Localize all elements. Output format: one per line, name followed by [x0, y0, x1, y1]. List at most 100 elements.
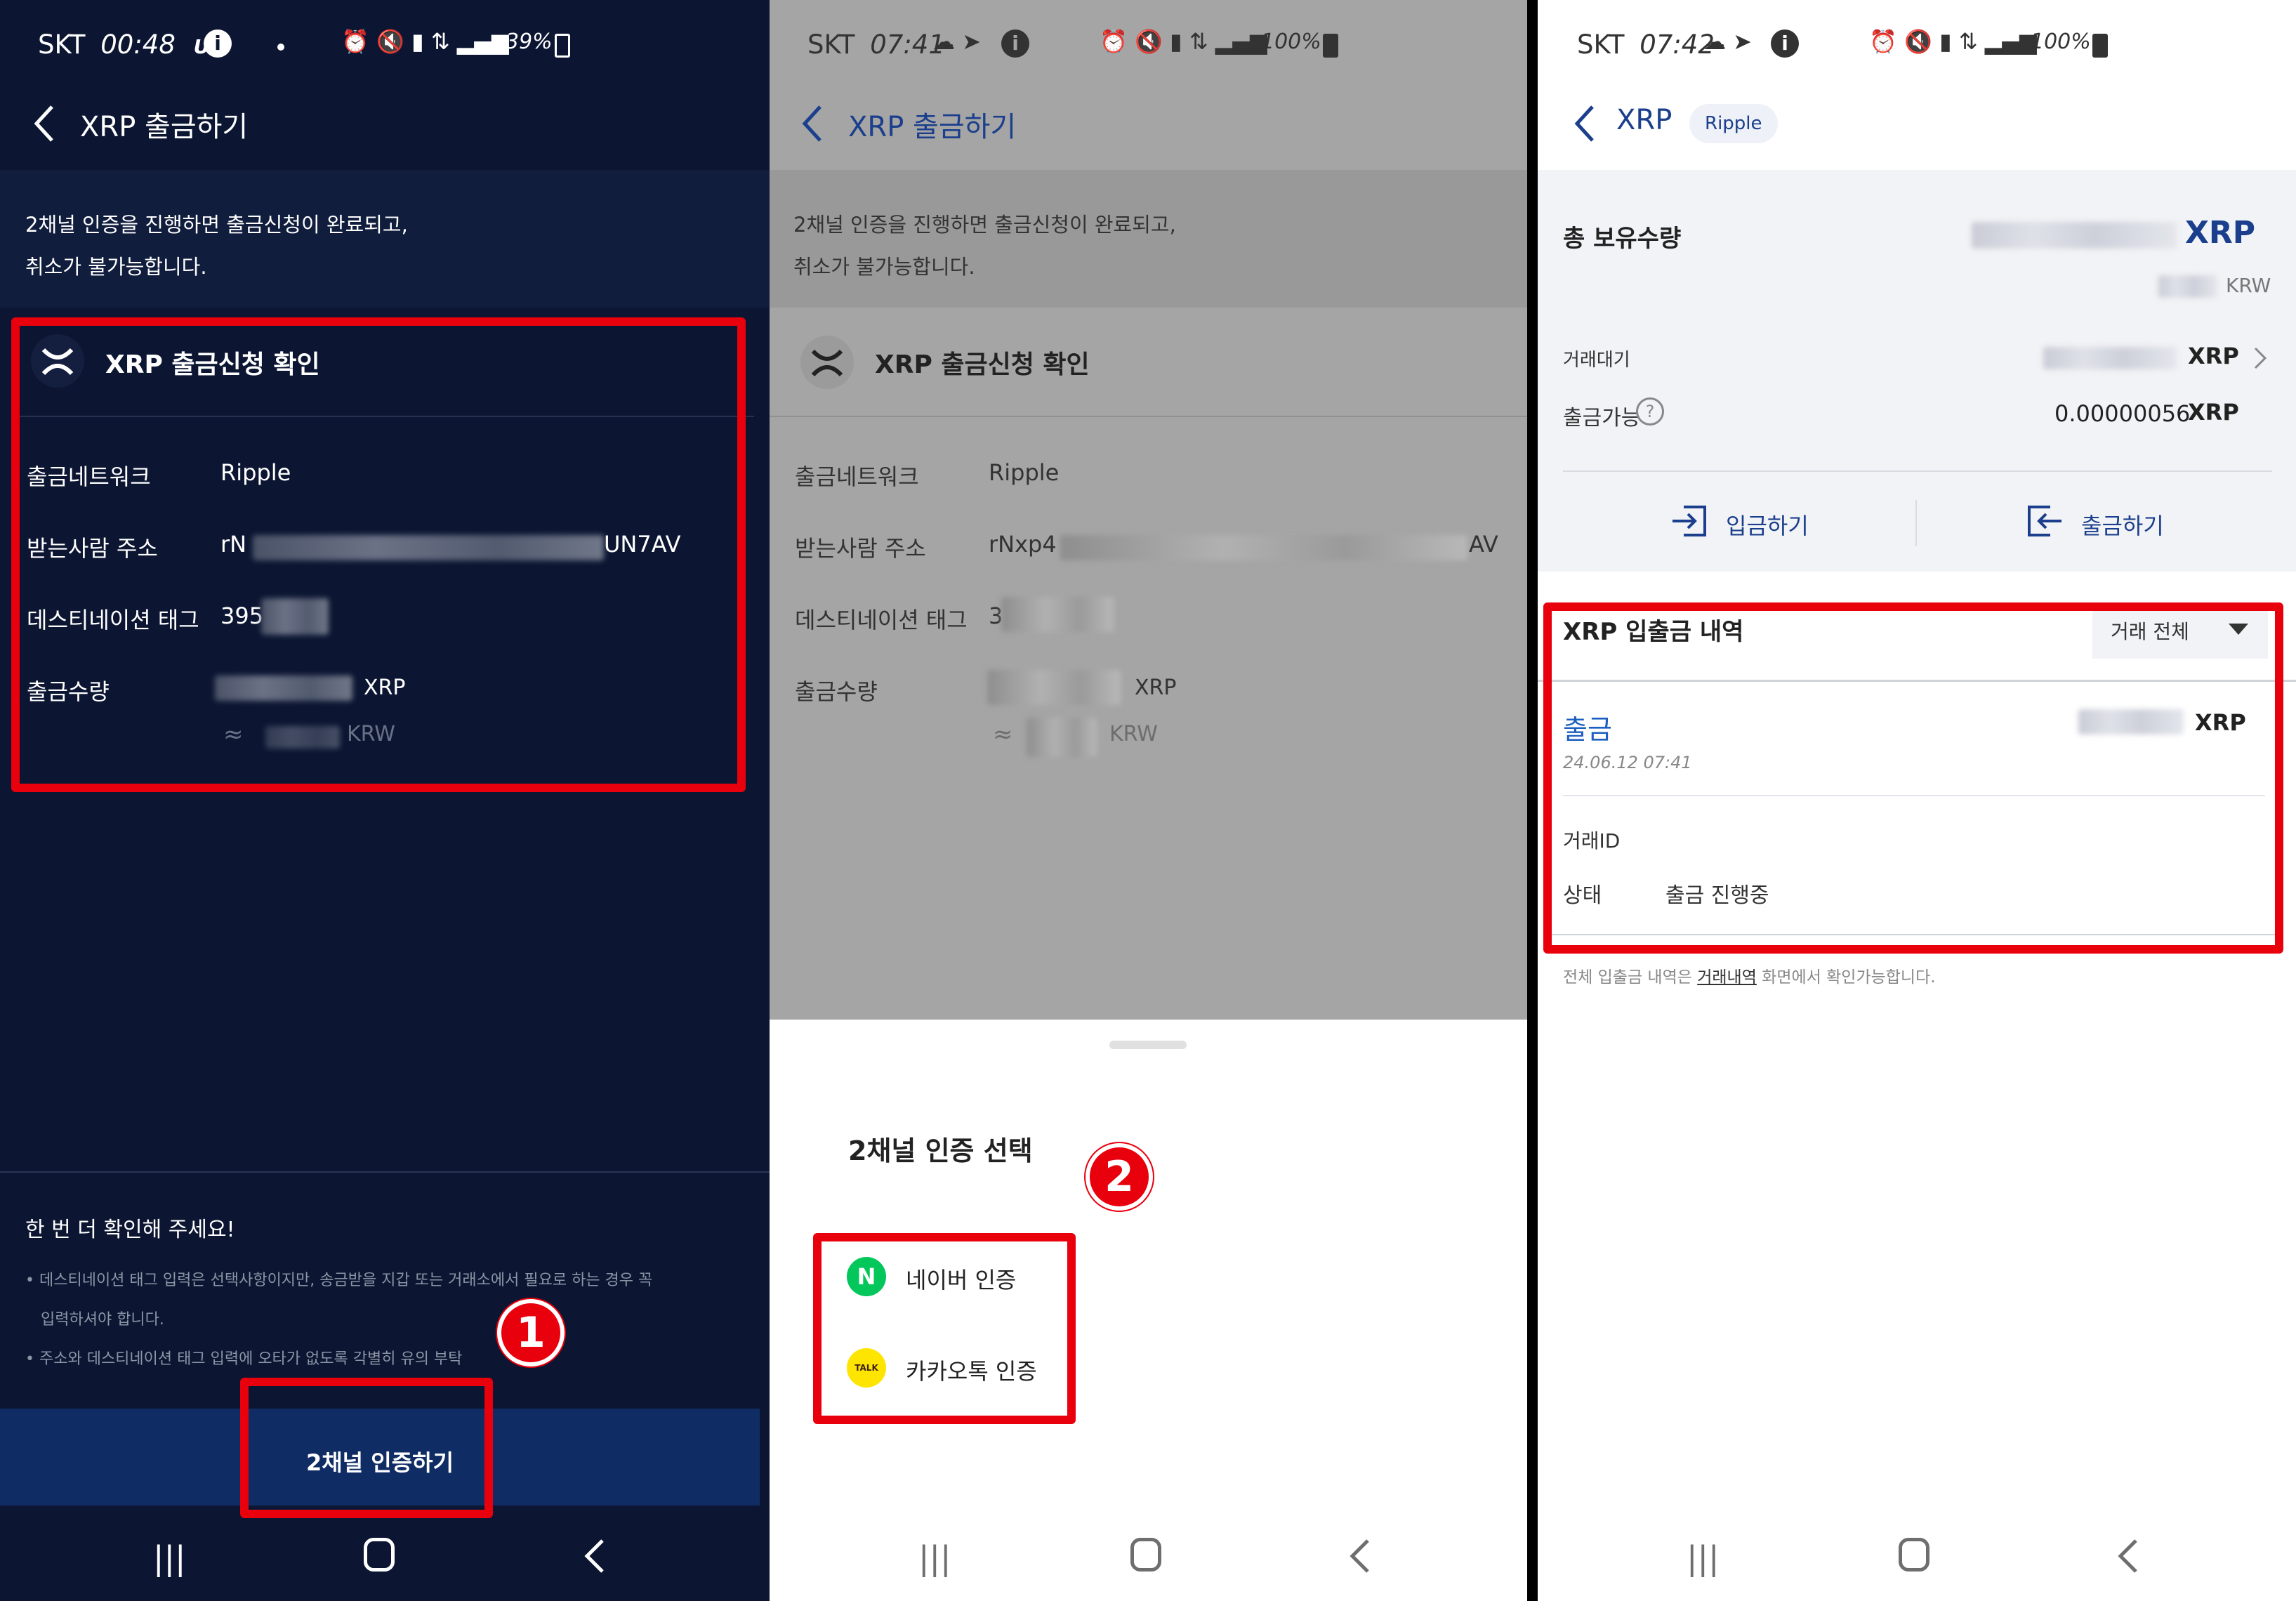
value-network: Ripple: [989, 459, 1060, 486]
available-unit: XRP: [2188, 399, 2239, 426]
battery-icon: [1323, 34, 1338, 58]
battery-percent: 39%: [506, 29, 553, 54]
confirm-title: XRP 출금신청 확인: [875, 350, 1090, 379]
step-marker-1: 1: [497, 1299, 565, 1366]
label-destination-tag: 데스티네이션 태그: [795, 607, 968, 633]
system-status-icons: ⏰ 🔇 ▮ ⇅ ▂▄▆: [341, 28, 509, 55]
help-icon[interactable]: ?: [1636, 397, 1664, 426]
divider: [0, 1171, 770, 1173]
recent-apps-icon[interactable]: |||: [1687, 1539, 1720, 1577]
info-icon: i: [204, 29, 232, 58]
warning-item: • 주소와 데스티네이션 태그 입력에 오타가 없도록 각별히 유의 부탁: [25, 1350, 463, 1368]
xrp-icon: [800, 336, 854, 389]
cloud-icon: ☁ ➤: [932, 28, 981, 55]
chevron-right-icon[interactable]: [2252, 345, 2268, 371]
warning-item: • 데스티네이션 태그 입력은 선택사항이지만, 송금받을 지갑 또는 거래소에…: [25, 1272, 653, 1289]
back-nav-icon[interactable]: [2113, 1535, 2142, 1577]
status-bar: SKT 00:48 UP: [38, 29, 224, 60]
system-status-icons: ⏰ 🔇 ▮ ⇅ ▂▄▆: [1100, 28, 1267, 55]
redacted-krw: [1027, 718, 1097, 757]
cloud-icon: ☁ ➤: [1703, 28, 1752, 55]
info-icon: i: [1001, 29, 1029, 58]
dot-icon: [277, 44, 284, 51]
divider: [770, 416, 1527, 417]
deposit-button[interactable]: 입금하기: [1670, 499, 1880, 548]
highlight-history-box: [1543, 602, 2283, 954]
amount-unit: XRP: [1135, 676, 1177, 700]
back-nav-icon[interactable]: [1345, 1535, 1373, 1577]
android-nav-bar: |||: [770, 1514, 1527, 1601]
label-recipient-address: 받는사람 주소: [795, 535, 926, 562]
highlight-auth-button: [240, 1378, 493, 1518]
battery-icon: [2092, 34, 2108, 58]
redacted-holdings: [1972, 222, 2177, 249]
withdraw-button[interactable]: 출금하기: [2025, 499, 2236, 548]
page-title: XRP 출금하기: [848, 111, 1017, 143]
available-label: 출금가능: [1563, 406, 1641, 430]
pending-unit: XRP: [2188, 343, 2239, 369]
notice-text: 2채널 인증을 진행하면 출금신청이 완료되고, 취소가 불가능합니다.: [25, 213, 408, 279]
divider: [1915, 500, 1917, 546]
value-address-suffix: AV: [1469, 531, 1498, 558]
clock: 00:48: [100, 29, 176, 60]
notice-text: 2채널 인증을 진행하면 출금신청이 완료되고, 취소가 불가능합니다.: [793, 213, 1176, 279]
sheet-title: 2채널 인증 선택: [848, 1135, 1033, 1166]
status-bar: SKT 07:41: [807, 29, 945, 60]
dimmed-background: [770, 0, 1527, 1020]
recent-apps-icon[interactable]: |||: [153, 1539, 186, 1577]
step-marker-2: 2: [1086, 1143, 1153, 1211]
recent-apps-icon[interactable]: |||: [918, 1539, 951, 1577]
warning-item: 입력하셔야 합니다.: [41, 1311, 164, 1329]
back-nav-icon[interactable]: [580, 1535, 608, 1577]
chevron-left-icon[interactable]: [1571, 103, 1599, 145]
panel-two-channel-selection: SKT 07:41 ☁ ➤ i ⏰ 🔇 ▮ ⇅ ▂▄▆ 100% XRP 출금하…: [770, 0, 1527, 1601]
holdings-label: 총 보유수량: [1563, 225, 1682, 253]
carrier: SKT: [807, 29, 855, 60]
panel-withdraw-confirm-dark: SKT 00:48 UP i ⏰ 🔇 ▮ ⇅ ▂▄▆ 39% XRP 출금하기 …: [0, 0, 770, 1601]
panel-xrp-wallet-history: SKT 07:42 ☁ ➤ i ⏰ 🔇 ▮ ⇅ ▂▄▆ 100% XRP Rip…: [1538, 0, 2296, 1601]
redacted-krw: [2158, 275, 2217, 298]
status-bar: SKT 07:42: [1577, 29, 1715, 60]
available-value: 0.00000056: [2054, 400, 2191, 427]
back-button[interactable]: [31, 103, 59, 145]
home-icon[interactable]: [364, 1538, 395, 1572]
highlight-confirm-box: [11, 317, 746, 792]
redacted-pending: [2043, 347, 2177, 369]
deposit-icon: [1672, 506, 1706, 536]
redacted-amount: [987, 670, 1121, 705]
page-title: XRP: [1616, 104, 1672, 136]
home-icon[interactable]: [1899, 1538, 1929, 1572]
redacted-tag: [1001, 597, 1114, 632]
withdraw-label: 출금하기: [2081, 513, 2164, 539]
deposit-label: 입금하기: [1726, 513, 1809, 539]
chevron-left-icon: [34, 105, 53, 142]
battery-percent: 100%: [1261, 29, 1321, 54]
battery-icon: [555, 34, 570, 58]
android-nav-bar: |||: [1538, 1514, 2296, 1601]
withdraw-icon: [2028, 506, 2061, 536]
android-nav-bar: |||: [0, 1514, 770, 1601]
chevron-left-icon[interactable]: [799, 103, 827, 145]
divider: [1563, 470, 2272, 472]
history-footer-note: 전체 입출금 내역은 거래내역 화면에서 확인가능합니다.: [1563, 968, 1936, 987]
redacted-address: [1060, 535, 1467, 560]
network-badge: Ripple: [1689, 104, 1778, 143]
home-icon[interactable]: [1130, 1538, 1161, 1572]
holdings-unit: XRP: [2185, 215, 2256, 251]
history-link[interactable]: 거래내역: [1697, 968, 1757, 987]
carrier: SKT: [38, 29, 86, 60]
krw-unit: KRW: [2226, 274, 2271, 297]
label-amount: 출금수량: [795, 678, 878, 705]
approx-unit: KRW: [1109, 722, 1158, 746]
battery-percent: 100%: [2031, 29, 2091, 54]
sheet-drag-handle[interactable]: [1109, 1041, 1187, 1049]
system-status-icons: ⏰ 🔇 ▮ ⇅ ▂▄▆: [1869, 28, 2037, 55]
approx-symbol: ≈: [993, 720, 1013, 749]
pending-label: 거래대기: [1563, 350, 1630, 371]
warning-title: 한 번 더 확인해 주세요!: [25, 1218, 235, 1242]
highlight-auth-options: [813, 1233, 1076, 1424]
warning-list: • 데스티네이션 태그 입력은 선택사항이지만, 송금받을 지갑 또는 거래소에…: [25, 1261, 756, 1379]
panel-separator: [1527, 0, 1538, 1601]
info-icon: i: [1771, 29, 1799, 58]
value-address-prefix: rNxp4: [989, 531, 1057, 558]
